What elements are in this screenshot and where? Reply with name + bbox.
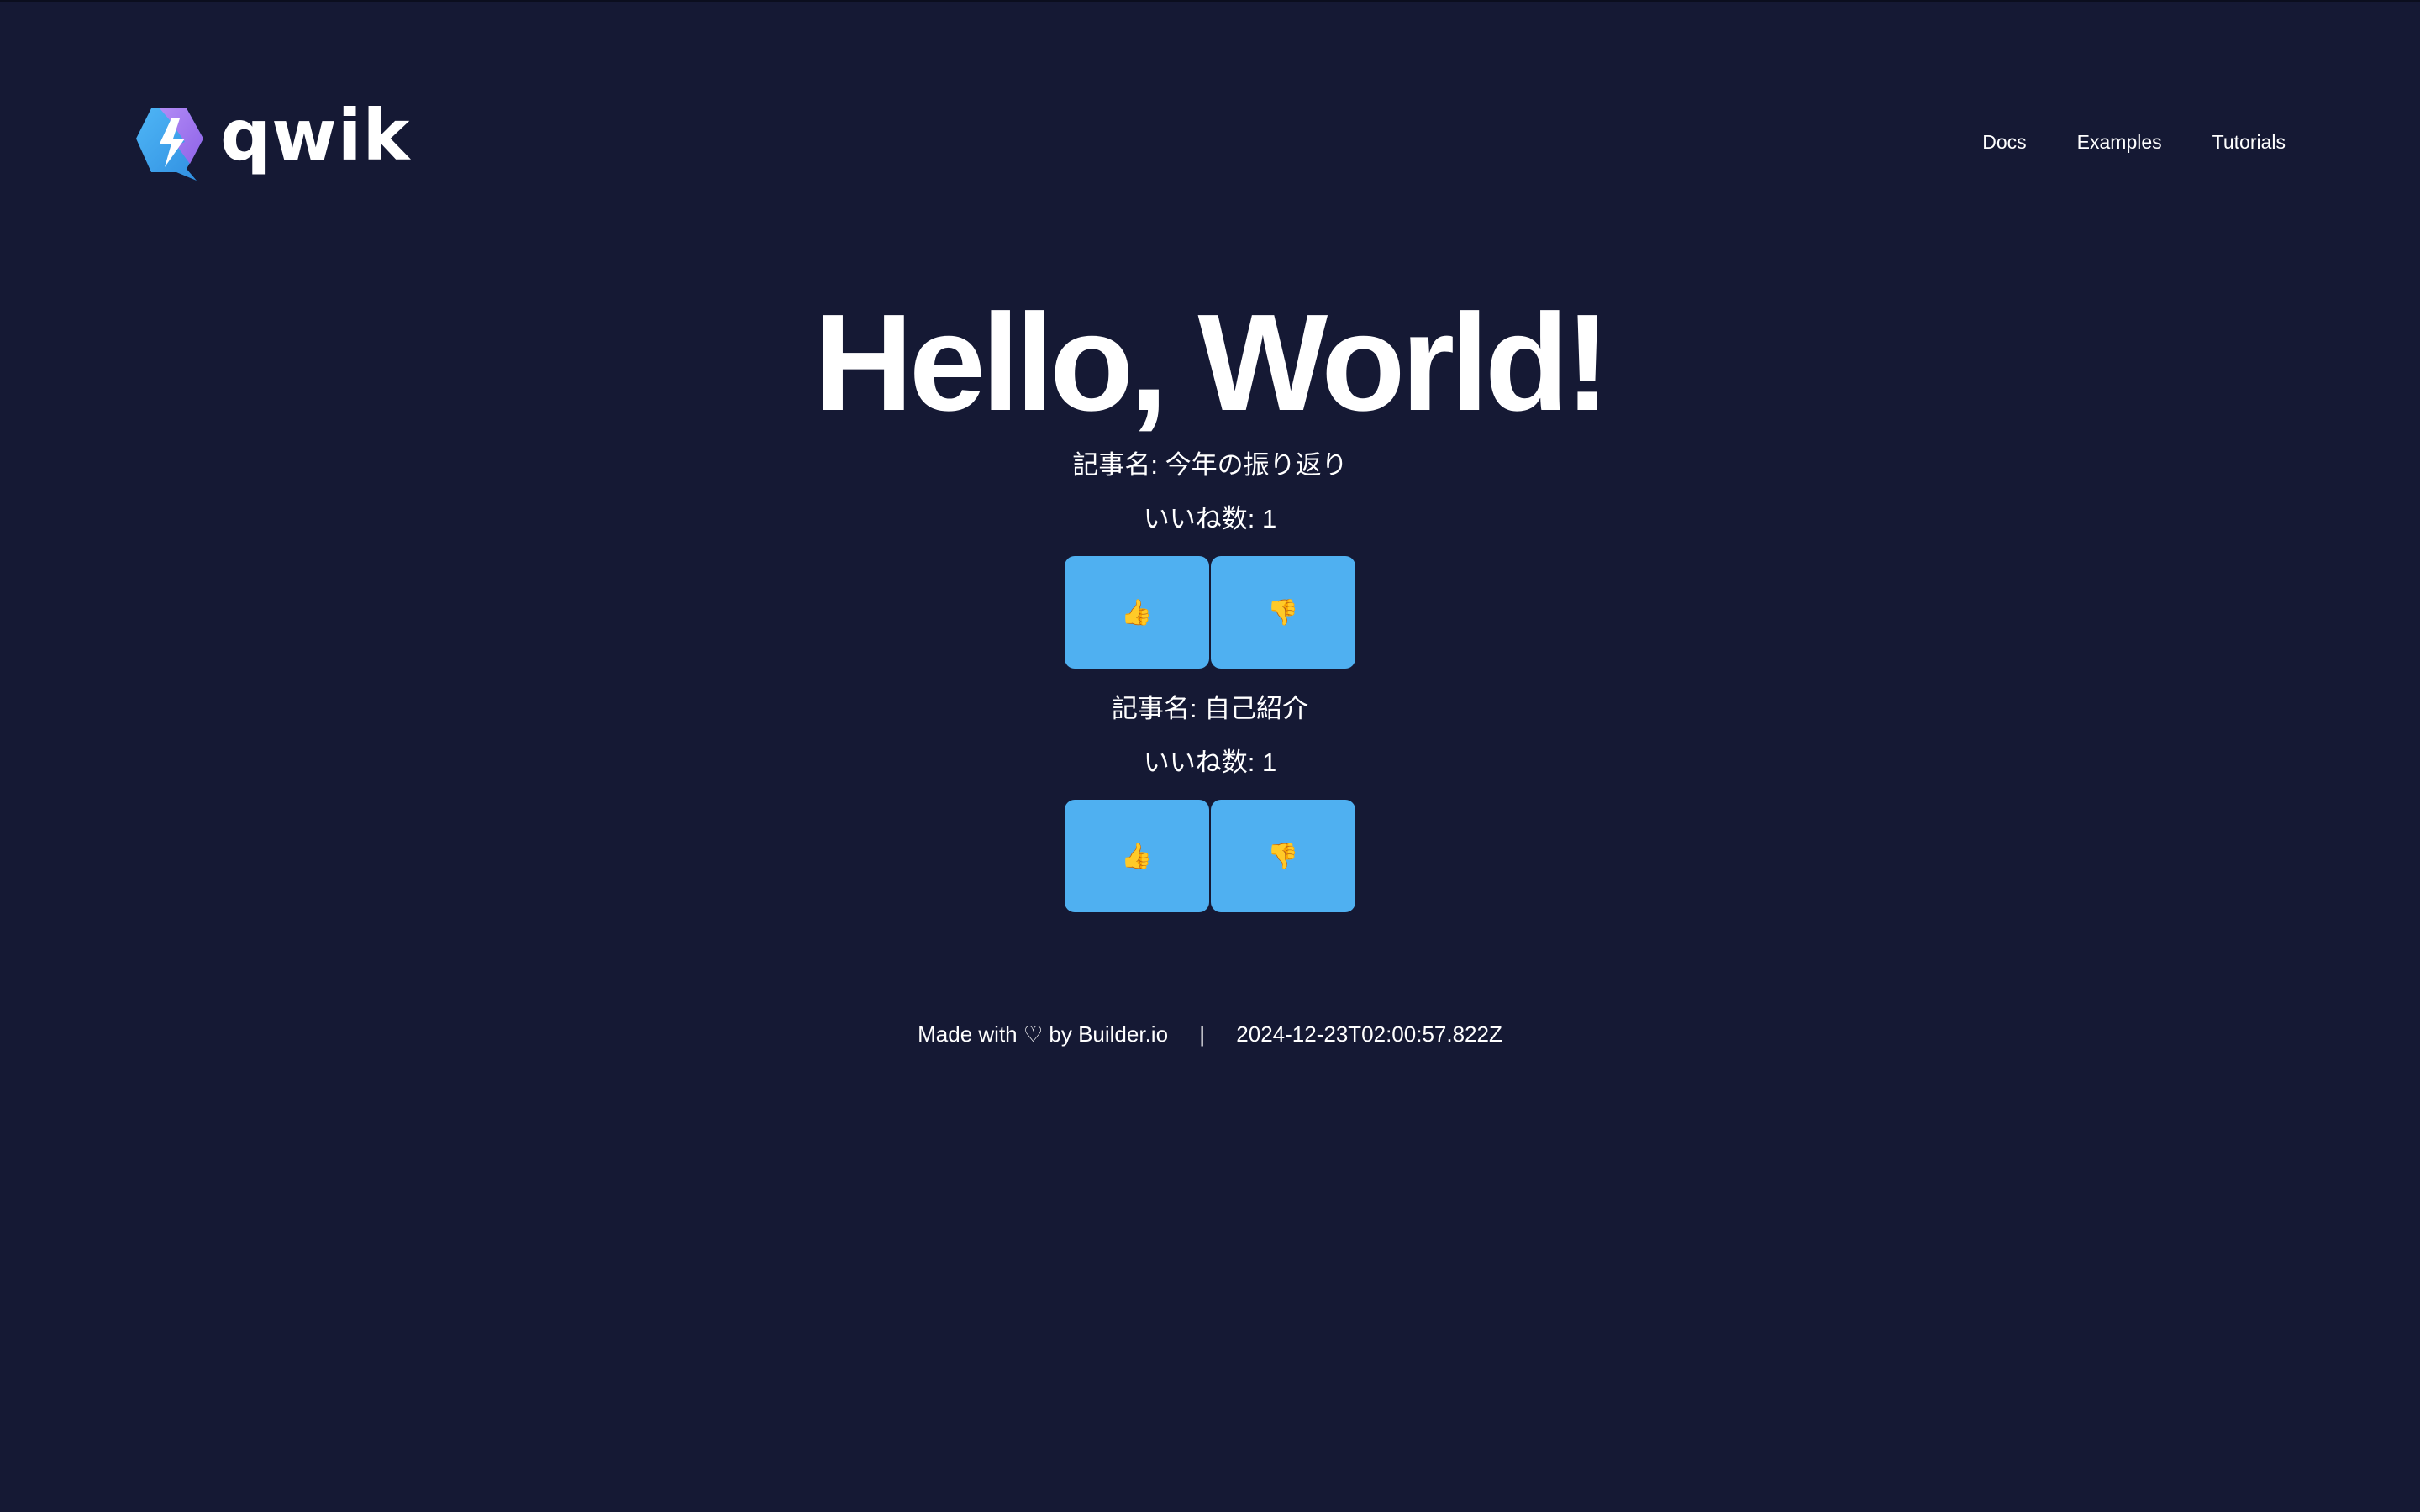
like-button[interactable]: 👍	[1065, 800, 1209, 912]
footer-timestamp: 2024-12-23T02:00:57.822Z	[1236, 1021, 1502, 1047]
dislike-button[interactable]: 👎	[1211, 800, 1355, 912]
top-nav: Docs Examples Tutorials	[1932, 131, 2286, 154]
article-card: 記事名: 自己紹介 いいね数: 1 👍 👎	[0, 692, 2420, 912]
thumbs-down-icon: 👎	[1267, 598, 1299, 627]
nav-docs-link[interactable]: Docs	[1982, 131, 2026, 154]
site-footer: Made with ♡ by Builder.io | 2024-12-23T0…	[0, 1021, 2420, 1047]
footer-separator: |	[1199, 1021, 1206, 1047]
nav-examples-link[interactable]: Examples	[2077, 131, 2162, 154]
article-card: 記事名: 今年の振り返り いいね数: 1 👍 👎	[0, 449, 2420, 669]
thumbs-up-icon: 👍	[1121, 842, 1153, 870]
vote-buttons: 👍 👎	[0, 556, 2420, 669]
page-title: Hello, World!	[813, 286, 1610, 439]
like-count: いいね数: 1	[1143, 748, 1277, 777]
site-header: qwik Docs Examples Tutorials	[134, 94, 2286, 185]
dislike-button[interactable]: 👎	[1211, 556, 1355, 669]
builder-link[interactable]: Made with ♡ by Builder.io	[918, 1021, 1168, 1047]
brand-name: qwik	[220, 94, 411, 176]
article-title: 記事名: 自己紹介	[1111, 694, 1309, 723]
qwik-logo-icon	[136, 108, 203, 181]
like-button[interactable]: 👍	[1065, 556, 1209, 669]
like-count: いいね数: 1	[1143, 504, 1277, 533]
main-content: Hello, World! 記事名: 今年の振り返り いいね数: 1 👍 👎 記…	[0, 287, 2420, 912]
thumbs-up-icon: 👍	[1121, 598, 1153, 627]
qwik-logo-link[interactable]: qwik	[134, 94, 410, 185]
article-title: 記事名: 今年の振り返り	[1072, 450, 1348, 480]
page: qwik Docs Examples Tutorials Hello, Worl…	[0, 0, 2420, 1512]
nav-tutorials-link[interactable]: Tutorials	[2212, 131, 2286, 154]
thumbs-down-icon: 👎	[1267, 842, 1299, 870]
vote-buttons: 👍 👎	[0, 800, 2420, 912]
